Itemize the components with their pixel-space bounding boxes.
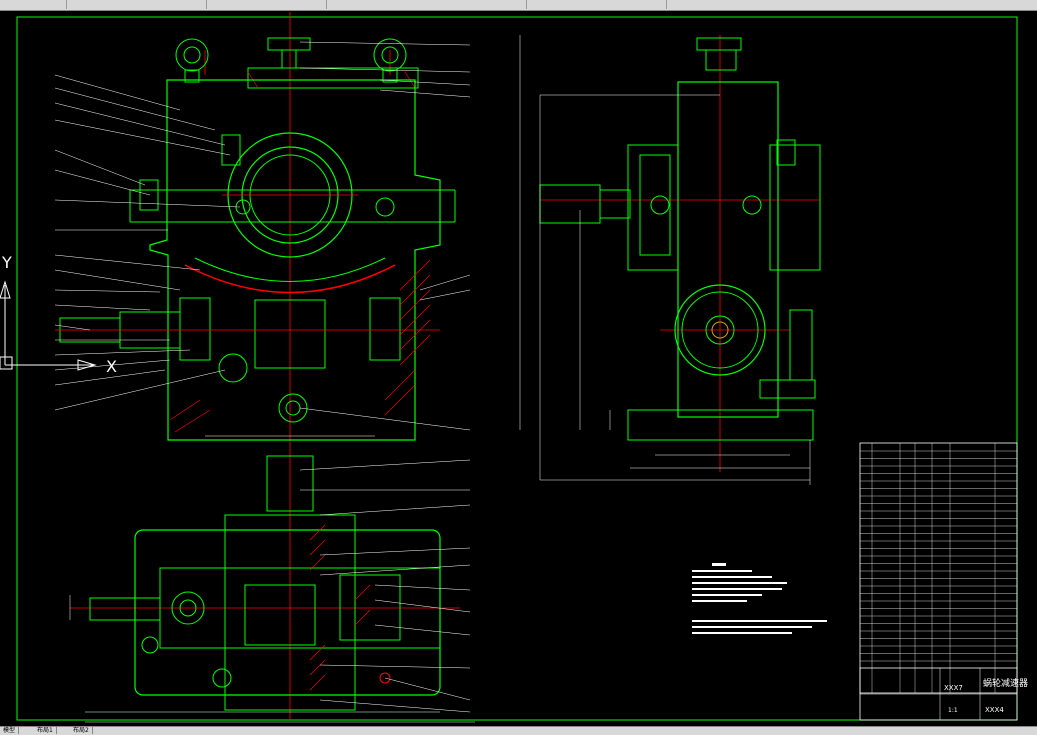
title-block-drawing-no: XXX4 [985, 706, 1004, 714]
technical-notes [692, 563, 827, 634]
ucs-icon: Y X [0, 253, 117, 376]
ucs-x-label: X [106, 357, 117, 376]
title-block-ratio: 1:1 [948, 707, 958, 714]
tab-layout2[interactable]: 布局2 [70, 727, 93, 734]
toolbar-segment[interactable] [66, 0, 207, 9]
front-view [54, 12, 471, 445]
tab-model[interactable]: 模型 [0, 727, 20, 734]
side-view [519, 35, 821, 485]
toolbar-segment[interactable] [326, 0, 527, 9]
title-block-title: 蜗轮减速器 [983, 677, 1028, 689]
tab-layout1[interactable]: 布局1 [34, 727, 57, 734]
toolbar-segment[interactable] [206, 0, 327, 9]
ucs-y-label: Y [1, 253, 12, 272]
toolbar-segment[interactable] [526, 0, 667, 9]
drawing-canvas[interactable]: Y X XXX7 蜗轮减速器 XXX4 1:1 [0, 10, 1037, 726]
top-view [69, 445, 475, 723]
toolbar-segment[interactable] [0, 0, 67, 9]
title-block: XXX7 蜗轮减速器 XXX4 1:1 [859, 667, 1028, 721]
parts-list [859, 442, 1018, 694]
title-block-code: XXX7 [944, 684, 963, 692]
